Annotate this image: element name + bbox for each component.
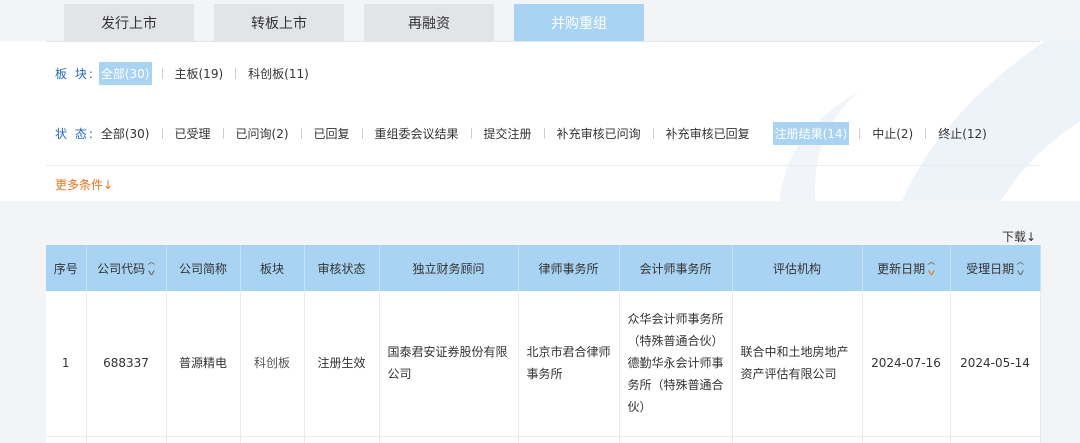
status-option-suspended[interactable]: 中止(2) xyxy=(870,122,915,145)
table-row[interactable]: 1 688337 普源精电 科创板 注册生效 国泰君安证券股份有限公司 北京市君… xyxy=(46,291,1041,437)
status-option-terminated[interactable]: 终止(12) xyxy=(936,122,989,145)
cell-advisor: 国泰君安证券股份有限公司 xyxy=(379,291,519,437)
status-option-submitted[interactable]: 提交注册 xyxy=(482,122,534,145)
download-link[interactable]: 下载↓ xyxy=(1002,228,1036,245)
column-header-advisor: 独立财务顾问 xyxy=(379,245,519,291)
board-option-main[interactable]: 主板(19) xyxy=(173,62,226,85)
cell xyxy=(379,436,519,443)
column-header-board: 板块 xyxy=(240,245,305,291)
cell-accounting-firm: 众华会计师事务所（特殊普通合伙）德勤华永会计师事务所（特殊普通合伙） xyxy=(619,291,733,437)
results-area: 下载↓ 序号 公司代码 ^ v 公司简称 板块 审核状态 独立财务顾问 律师事务所 … xyxy=(0,202,1080,443)
cell-updated-date: 2024-07-16 xyxy=(862,291,951,437)
status-option-replied[interactable]: 已回复 xyxy=(312,122,352,145)
background-decoration xyxy=(779,41,1080,201)
separator xyxy=(300,128,302,139)
cell-law-firm: 北京市君合律师事务所 xyxy=(518,291,620,437)
column-header-updated-label: 更新日期 xyxy=(877,261,926,276)
separator xyxy=(652,128,654,139)
column-header-short-name: 公司简称 xyxy=(166,245,241,291)
column-header-appraisal: 评估机构 xyxy=(732,245,863,291)
status-option-committee-result[interactable]: 重组委会议结果 xyxy=(373,122,461,145)
separator xyxy=(859,128,861,139)
cell xyxy=(732,436,863,443)
board-filter-row: 板 块: 全部(30) 主板(19) 科创板(11) xyxy=(55,62,311,85)
column-header-accepted-date[interactable]: 受理日期 ^ v xyxy=(950,245,1041,291)
tab-board-transfer[interactable]: 转板上市 xyxy=(214,4,344,42)
separator xyxy=(235,68,237,79)
status-filter-row: 状 态: 全部(30) 已受理 已问询(2) 已回复 重组委会议结果 提交注册 … xyxy=(55,122,989,145)
column-header-code-label: 公司代码 xyxy=(97,261,146,276)
column-header-index: 序号 xyxy=(46,245,87,291)
separator xyxy=(161,68,163,79)
sort-icon[interactable]: ^ v xyxy=(1015,262,1026,277)
cell xyxy=(619,436,733,443)
cell-accepted-date: 2024-05-14 xyxy=(950,291,1041,437)
board-filter-label: 板 块: xyxy=(55,67,95,81)
cell-status: 注册生效 xyxy=(304,291,380,437)
separator xyxy=(470,128,472,139)
cell xyxy=(86,436,167,443)
status-option-supplement-replied[interactable]: 补充审核已回复 xyxy=(664,122,752,145)
tab-ipo[interactable]: 发行上市 xyxy=(64,4,194,42)
column-header-accepted-label: 受理日期 xyxy=(966,261,1015,276)
status-option-inquired[interactable]: 已问询(2) xyxy=(234,122,291,145)
sort-icon[interactable]: ^ v xyxy=(146,262,157,277)
separator xyxy=(762,128,763,139)
status-option-all[interactable]: 全部(30) xyxy=(99,122,152,145)
table-header-row: 序号 公司代码 ^ v 公司简称 板块 审核状态 独立财务顾问 律师事务所 会计师事… xyxy=(46,245,1041,291)
cell xyxy=(304,436,380,443)
cell-board: 科创板 xyxy=(240,291,305,437)
cell xyxy=(46,436,87,443)
sort-icon[interactable]: ^ v xyxy=(926,262,937,277)
separator xyxy=(222,128,224,139)
status-option-registration-result[interactable]: 注册结果(14) xyxy=(772,122,850,145)
tab-mergers-acquisitions[interactable]: 并购重组 xyxy=(514,4,644,42)
category-tabs: 发行上市 转板上市 再融资 并购重组 xyxy=(64,4,644,42)
cell xyxy=(240,436,305,443)
column-header-accounting-firm: 会计师事务所 xyxy=(619,245,733,291)
cell xyxy=(950,436,1041,443)
tab-refinancing[interactable]: 再融资 xyxy=(364,4,494,42)
panel-top-border xyxy=(46,41,1040,42)
table-row[interactable] xyxy=(46,436,1041,443)
more-conditions-link[interactable]: 更多条件↓ xyxy=(55,176,113,193)
separator xyxy=(543,128,545,139)
filter-divider xyxy=(46,165,1040,166)
status-filter-label: 状 态: xyxy=(55,127,95,141)
cell-code[interactable]: 688337 xyxy=(86,291,167,437)
cell-index: 1 xyxy=(46,291,87,437)
column-header-law-firm: 律师事务所 xyxy=(518,245,620,291)
board-option-star[interactable]: 科创板(11) xyxy=(246,62,311,85)
cell xyxy=(518,436,620,443)
column-header-code[interactable]: 公司代码 ^ v xyxy=(86,245,167,291)
separator xyxy=(925,128,927,139)
separator xyxy=(161,128,163,139)
separator xyxy=(361,128,363,139)
cell-appraisal: 联合中和土地房地产资产评估有限公司 xyxy=(732,291,863,437)
status-option-accepted[interactable]: 已受理 xyxy=(173,122,213,145)
board-option-all[interactable]: 全部(30) xyxy=(98,62,152,85)
column-header-updated-date[interactable]: 更新日期 ^ v xyxy=(862,245,951,291)
filter-panel: 板 块: 全部(30) 主板(19) 科创板(11) 状 态: 全部(30) 已… xyxy=(0,41,1080,201)
status-option-supplement-inquired[interactable]: 补充审核已问询 xyxy=(555,122,643,145)
column-header-status: 审核状态 xyxy=(304,245,380,291)
cell xyxy=(166,436,241,443)
cell xyxy=(862,436,951,443)
cell-short-name[interactable]: 普源精电 xyxy=(166,291,241,437)
results-table: 序号 公司代码 ^ v 公司简称 板块 审核状态 独立财务顾问 律师事务所 会计师事… xyxy=(46,245,1041,443)
